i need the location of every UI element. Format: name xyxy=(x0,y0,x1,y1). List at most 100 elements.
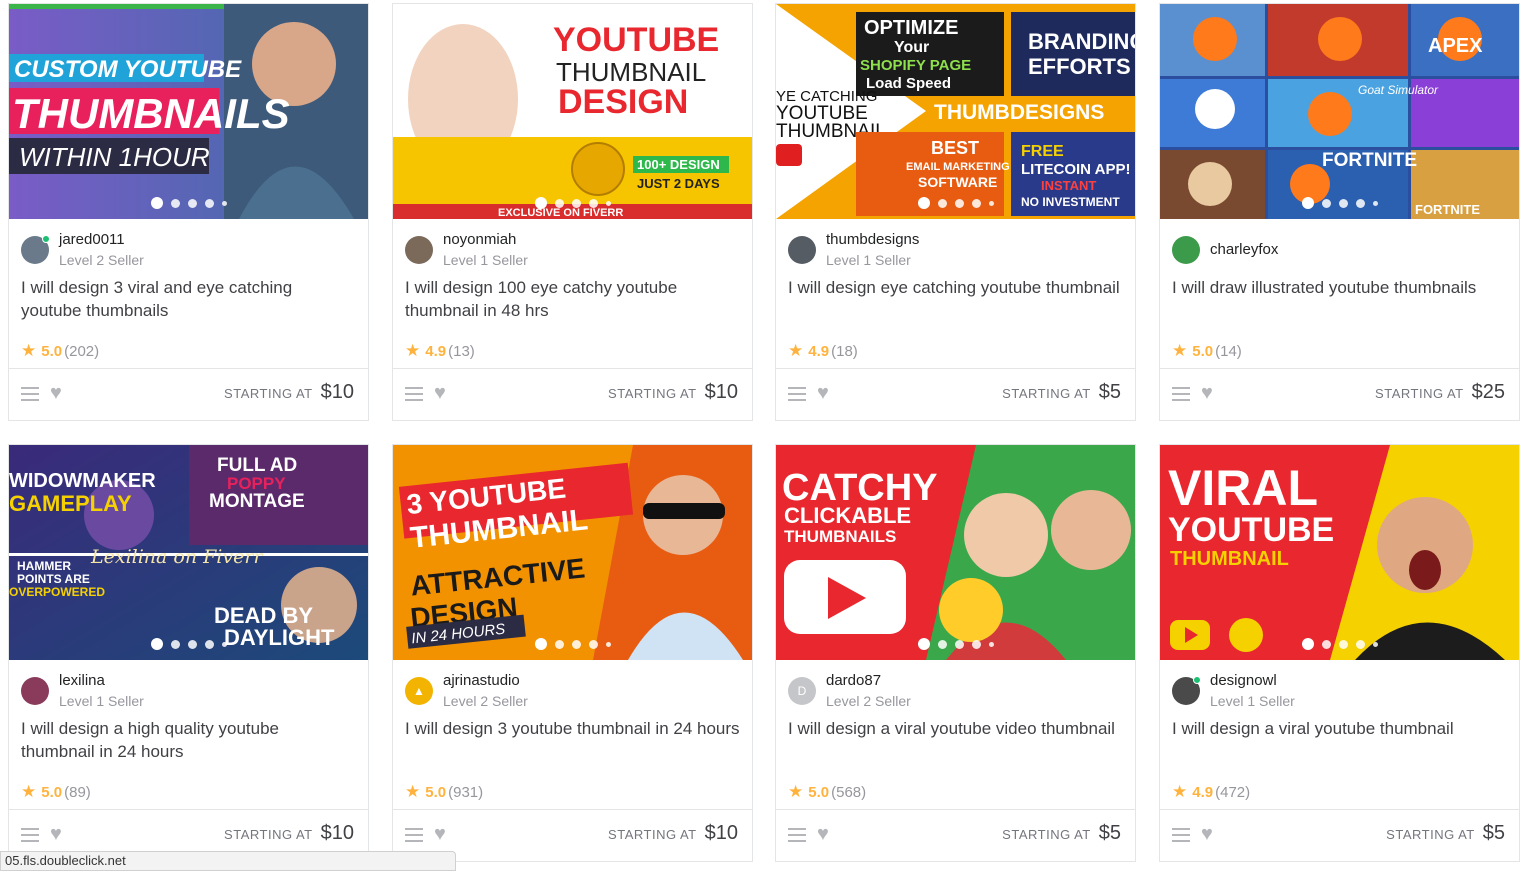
gig-price[interactable]: STARTING AT $10 xyxy=(608,822,738,845)
avatar[interactable] xyxy=(1172,676,1201,705)
gig-card[interactable]: CUSTOM YOUTUBE THUMBNAILS WITHIN 1HOUR j… xyxy=(8,3,369,421)
carousel-dots[interactable] xyxy=(1160,197,1519,209)
carousel-dots[interactable] xyxy=(776,638,1135,650)
online-indicator xyxy=(1193,676,1201,684)
gig-thumbnail[interactable]: OPTIMIZE Your SHOPIFY PAGE Load Speed BR… xyxy=(776,4,1135,219)
gig-card[interactable]: APEX Goat Simulator FORTNITE FORTNITE ch… xyxy=(1159,3,1520,421)
seller-name[interactable]: noyonmiah xyxy=(443,230,528,250)
collections-icon[interactable] xyxy=(21,387,39,401)
carousel-dots[interactable] xyxy=(776,197,1135,209)
gig-price[interactable]: STARTING AT $10 xyxy=(608,381,738,404)
seller-name[interactable]: charleyfox xyxy=(1210,240,1278,260)
gig-card[interactable]: VIRAL YOUTUBE THUMBNAIL designowl Level … xyxy=(1159,444,1520,862)
avatar[interactable] xyxy=(405,236,433,264)
collections-icon[interactable] xyxy=(788,387,806,401)
gig-price[interactable]: STARTING AT $10 xyxy=(224,822,354,845)
seller-info[interactable]: charleyfox xyxy=(1172,232,1278,268)
thumb-text: LITECOIN APP! xyxy=(1021,161,1130,178)
rating-value: 4.9 xyxy=(808,342,830,360)
seller-info[interactable]: lexilina Level 1 Seller xyxy=(21,671,144,709)
gig-card[interactable]: OPTIMIZE Your SHOPIFY PAGE Load Speed BR… xyxy=(775,3,1136,421)
heart-icon[interactable]: ♥ xyxy=(50,823,62,846)
avatar-letter: D xyxy=(797,684,807,698)
gig-thumbnail[interactable]: CATCHY CLICKABLE THUMBNAILS xyxy=(776,445,1135,660)
gig-title[interactable]: I will design a viral youtube thumbnail xyxy=(1172,717,1507,740)
thumb-text: YOUTUBE xyxy=(1168,511,1334,549)
gig-price[interactable]: STARTING AT $5 xyxy=(1002,822,1121,845)
gig-title[interactable]: I will design 100 eye catchy youtube thu… xyxy=(405,276,740,322)
carousel-dots[interactable] xyxy=(1160,638,1519,650)
gig-title[interactable]: I will design 3 viral and eye catching y… xyxy=(21,276,356,322)
heart-icon[interactable]: ♥ xyxy=(817,823,829,846)
seller-info[interactable]: noyonmiah Level 1 Seller xyxy=(405,230,528,268)
gig-thumbnail[interactable]: VIRAL YOUTUBE THUMBNAIL xyxy=(1160,445,1519,660)
gig-title[interactable]: I will design a viral youtube video thum… xyxy=(788,717,1123,740)
carousel-dots[interactable] xyxy=(9,638,368,650)
rating-value: 4.9 xyxy=(425,342,447,360)
gig-title[interactable]: I will design eye catching youtube thumb… xyxy=(788,276,1123,299)
seller-name[interactable]: jared0011 xyxy=(59,230,144,250)
gig-card[interactable]: YOUTUBE THUMBNAIL DESIGN 100+ DESIGN JUS… xyxy=(392,3,753,421)
thumb-text: Load Speed xyxy=(866,75,951,92)
seller-name[interactable]: designowl xyxy=(1210,671,1295,691)
gig-thumbnail[interactable]: 3 YOUTUBE THUMBNAIL ATTRACTIVE DESIGN IN… xyxy=(393,445,752,660)
heart-icon[interactable]: ♥ xyxy=(1201,382,1213,405)
seller-name[interactable]: dardo87 xyxy=(826,671,911,691)
avatar[interactable] xyxy=(21,677,49,705)
avatar[interactable] xyxy=(788,236,816,264)
seller-name[interactable]: lexilina xyxy=(59,671,144,691)
seller-level: Level 1 Seller xyxy=(59,693,144,709)
heart-icon[interactable]: ♥ xyxy=(817,382,829,405)
avatar[interactable]: D xyxy=(788,677,816,705)
collections-icon[interactable] xyxy=(1172,387,1190,401)
gig-thumbnail[interactable]: CUSTOM YOUTUBE THUMBNAILS WITHIN 1HOUR xyxy=(9,4,368,219)
gig-card[interactable]: WIDOWMAKER GAMEPLAY FULL AD POPPY MONTAG… xyxy=(8,444,369,862)
seller-info[interactable]: thumbdesigns Level 1 Seller xyxy=(788,230,919,268)
heart-icon[interactable]: ♥ xyxy=(434,823,446,846)
collections-icon[interactable] xyxy=(788,828,806,842)
rating-count: (472) xyxy=(1215,783,1251,801)
gig-thumbnail[interactable]: WIDOWMAKER GAMEPLAY FULL AD POPPY MONTAG… xyxy=(9,445,368,660)
gig-card[interactable]: 3 YOUTUBE THUMBNAIL ATTRACTIVE DESIGN IN… xyxy=(392,444,753,862)
seller-info[interactable]: ▲ ajrinastudio Level 2 Seller xyxy=(405,671,528,709)
seller-info[interactable]: jared0011 Level 2 Seller xyxy=(21,230,144,268)
heart-icon[interactable]: ♥ xyxy=(434,382,446,405)
thumb-text: Goat Simulator xyxy=(1358,83,1439,97)
thumb-text: Lexilina on Fiverr xyxy=(90,546,264,568)
heart-icon[interactable]: ♥ xyxy=(50,382,62,405)
heart-icon[interactable]: ♥ xyxy=(1201,823,1213,846)
collections-icon[interactable] xyxy=(21,828,39,842)
seller-level: Level 1 Seller xyxy=(443,252,528,268)
gig-price[interactable]: STARTING AT $10 xyxy=(224,381,354,404)
rating-count: (18) xyxy=(831,342,858,360)
gig-price[interactable]: STARTING AT $5 xyxy=(1002,381,1121,404)
carousel-dots[interactable] xyxy=(393,638,752,650)
gig-rating: ★ 4.9 (472) xyxy=(1172,782,1250,802)
carousel-dots[interactable] xyxy=(393,197,752,209)
gig-title[interactable]: I will design 3 youtube thumbnail in 24 … xyxy=(405,717,740,740)
seller-name[interactable]: thumbdesigns xyxy=(826,230,919,250)
gig-title[interactable]: I will design a high quality youtube thu… xyxy=(21,717,356,763)
seller-info[interactable]: designowl Level 1 Seller xyxy=(1172,671,1295,709)
carousel-dots[interactable] xyxy=(9,197,368,209)
thumb-text: HAMMER xyxy=(17,559,71,573)
gig-card[interactable]: CATCHY CLICKABLE THUMBNAILS D dardo87 Le… xyxy=(775,444,1136,862)
gig-price[interactable]: STARTING AT $25 xyxy=(1375,381,1505,404)
collections-icon[interactable] xyxy=(1172,828,1190,842)
price-value: $25 xyxy=(1471,381,1505,403)
price-label: STARTING AT xyxy=(1386,827,1475,842)
gig-price[interactable]: STARTING AT $5 xyxy=(1386,822,1505,845)
rating-count: (202) xyxy=(64,342,100,360)
gig-rating: ★ 5.0 (568) xyxy=(788,782,866,802)
gig-title[interactable]: I will draw illustrated youtube thumbnai… xyxy=(1172,276,1507,299)
avatar[interactable] xyxy=(21,235,50,264)
gig-thumbnail[interactable]: YOUTUBE THUMBNAIL DESIGN 100+ DESIGN JUS… xyxy=(393,4,752,219)
collections-icon[interactable] xyxy=(405,828,423,842)
gig-thumbnail[interactable]: APEX Goat Simulator FORTNITE FORTNITE xyxy=(1160,4,1519,219)
collections-icon[interactable] xyxy=(405,387,423,401)
avatar[interactable]: ▲ xyxy=(405,677,433,705)
seller-name[interactable]: ajrinastudio xyxy=(443,671,528,691)
seller-level: Level 2 Seller xyxy=(59,252,144,268)
seller-info[interactable]: D dardo87 Level 2 Seller xyxy=(788,671,911,709)
avatar[interactable] xyxy=(1172,236,1200,264)
